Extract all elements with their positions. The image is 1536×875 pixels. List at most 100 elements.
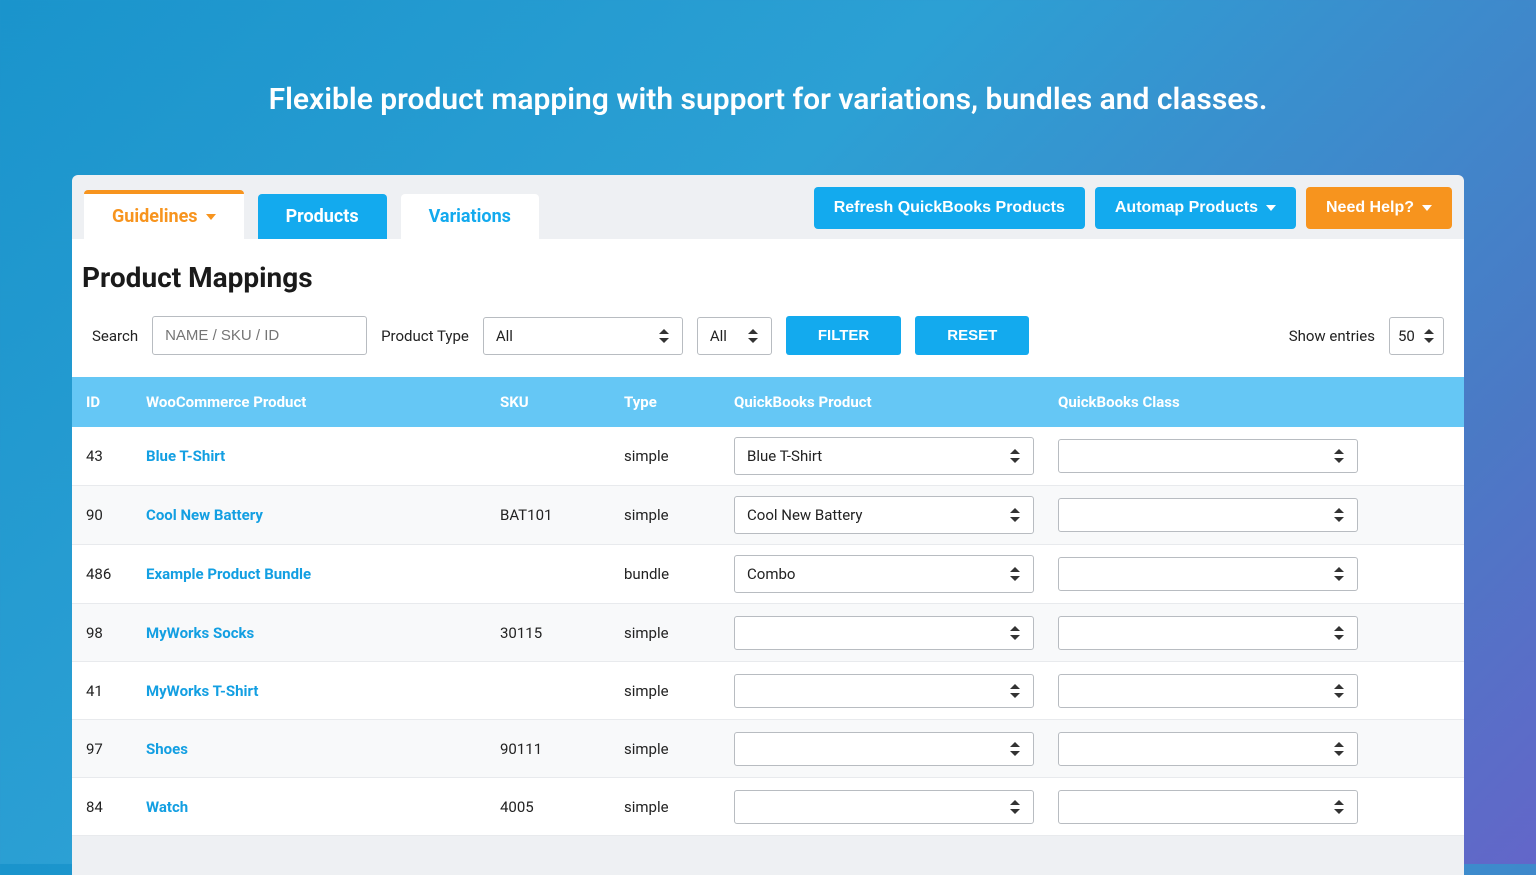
product-type-select[interactable]: All [483,317,683,355]
qb-product-select[interactable]: Combo [734,555,1034,593]
select-arrows-icon [1009,800,1021,814]
cell-qb-class [1058,674,1382,708]
cell-qb-product [734,616,1058,650]
qb-class-select[interactable] [1058,498,1358,532]
show-entries-label: Show entries [1289,327,1375,345]
chevron-down-icon [1422,205,1432,211]
cell-qb-product: Cool New Battery [734,496,1058,534]
cell-sku: BAT101 [500,506,624,524]
cell-id: 98 [86,624,146,642]
qb-product-select[interactable]: Cool New Battery [734,496,1034,534]
cell-product: Cool New Battery [146,506,500,524]
product-link[interactable]: Blue T-Shirt [146,447,225,465]
table-row: 97Shoes 90111simple [72,720,1464,778]
select-arrows-icon [1333,567,1345,581]
qb-product-select[interactable] [734,790,1034,824]
cell-sku: 30115 [500,624,624,642]
cell-product: Example Product Bundle [146,565,500,583]
cell-sku: 4005 [500,798,624,816]
select-arrows-icon [1333,800,1345,814]
cell-type: simple [624,740,734,758]
qb-product-select[interactable]: Blue T-Shirt [734,437,1034,475]
qb-class-select[interactable] [1058,439,1358,473]
table-row: 84Watch4005simple [72,778,1464,836]
chevron-down-icon [206,214,216,220]
product-link[interactable]: Watch [146,798,188,816]
column-qb-class: QuickBooks Class [1058,393,1382,411]
product-link[interactable]: Example Product Bundle [146,565,311,583]
cell-product: MyWorks Socks [146,624,500,642]
cell-qb-class [1058,790,1382,824]
cell-product: Watch [146,798,500,816]
column-product: WooCommerce Product [146,393,500,411]
product-link[interactable]: MyWorks T-Shirt [146,682,258,700]
table-row: 90Cool New BatteryBAT101simpleCool New B… [72,486,1464,545]
topbar: Guidelines Products Variations Refresh Q… [72,175,1464,239]
tab-variations[interactable]: Variations [401,194,539,239]
automap-products-button[interactable]: Automap Products [1095,187,1296,229]
cell-qb-class [1058,498,1382,532]
select-arrows-icon [1009,684,1021,698]
select-arrows-icon [1423,329,1435,343]
product-type-label: Product Type [381,327,469,345]
search-input[interactable] [152,316,367,355]
cell-id: 97 [86,740,146,758]
cell-type: simple [624,682,734,700]
cell-type: simple [624,447,734,465]
product-link[interactable]: Shoes [146,740,188,758]
filter-row: Search Product Type All All FILTER RESET… [72,316,1464,377]
cell-qb-class [1058,557,1382,591]
refresh-button-label: Refresh QuickBooks Products [834,199,1065,217]
tab-guidelines[interactable]: Guidelines [84,190,244,239]
select-arrows-icon [1009,567,1021,581]
main-panel: Guidelines Products Variations Refresh Q… [72,175,1464,875]
cell-type: simple [624,798,734,816]
secondary-filter-value: All [710,327,727,345]
need-help-button[interactable]: Need Help? [1306,187,1452,229]
help-button-label: Need Help? [1326,199,1414,217]
qb-class-select[interactable] [1058,790,1358,824]
select-arrows-icon [1009,626,1021,640]
cell-product: Blue T-Shirt [146,447,500,465]
page-title: Product Mappings [72,261,1464,316]
cell-qb-product: Blue T-Shirt [734,437,1058,475]
column-sku: SKU [500,393,624,411]
cell-qb-class [1058,732,1382,766]
select-arrows-icon [747,329,759,343]
table-body: 43Blue T-ShirtsimpleBlue T-Shirt90Cool N… [72,427,1464,836]
qb-class-select[interactable] [1058,732,1358,766]
cell-type: simple [624,506,734,524]
table-row: 98MyWorks Socks 30115simple [72,604,1464,662]
product-link[interactable]: MyWorks Socks [146,624,254,642]
select-arrows-icon [1009,449,1021,463]
column-qb-product: QuickBooks Product [734,393,1058,411]
product-link[interactable]: Cool New Battery [146,506,263,524]
qb-class-select[interactable] [1058,616,1358,650]
cell-qb-product [734,790,1058,824]
filter-button[interactable]: FILTER [786,316,901,355]
qb-class-select[interactable] [1058,674,1358,708]
qb-product-value: Combo [747,565,795,583]
select-arrows-icon [1333,742,1345,756]
search-label: Search [92,327,138,345]
column-type: Type [624,393,734,411]
cell-type: simple [624,624,734,642]
select-arrows-icon [1333,449,1345,463]
reset-button[interactable]: RESET [915,316,1029,355]
qb-product-select[interactable] [734,616,1034,650]
secondary-filter-select[interactable]: All [697,317,772,355]
show-entries-select[interactable]: 50 [1389,317,1444,355]
show-entries-value: 50 [1398,327,1415,345]
qb-product-select[interactable] [734,732,1034,766]
qb-class-select[interactable] [1058,557,1358,591]
cell-sku: 90111 [500,740,624,758]
cell-qb-product [734,674,1058,708]
select-arrows-icon [1333,684,1345,698]
refresh-quickbooks-button[interactable]: Refresh QuickBooks Products [814,187,1085,229]
product-type-value: All [496,327,513,345]
tab-guidelines-label: Guidelines [112,206,198,227]
tab-products[interactable]: Products [258,194,387,239]
qb-product-select[interactable] [734,674,1034,708]
cell-type: bundle [624,565,734,583]
table-row: 486Example Product BundlebundleCombo [72,545,1464,604]
